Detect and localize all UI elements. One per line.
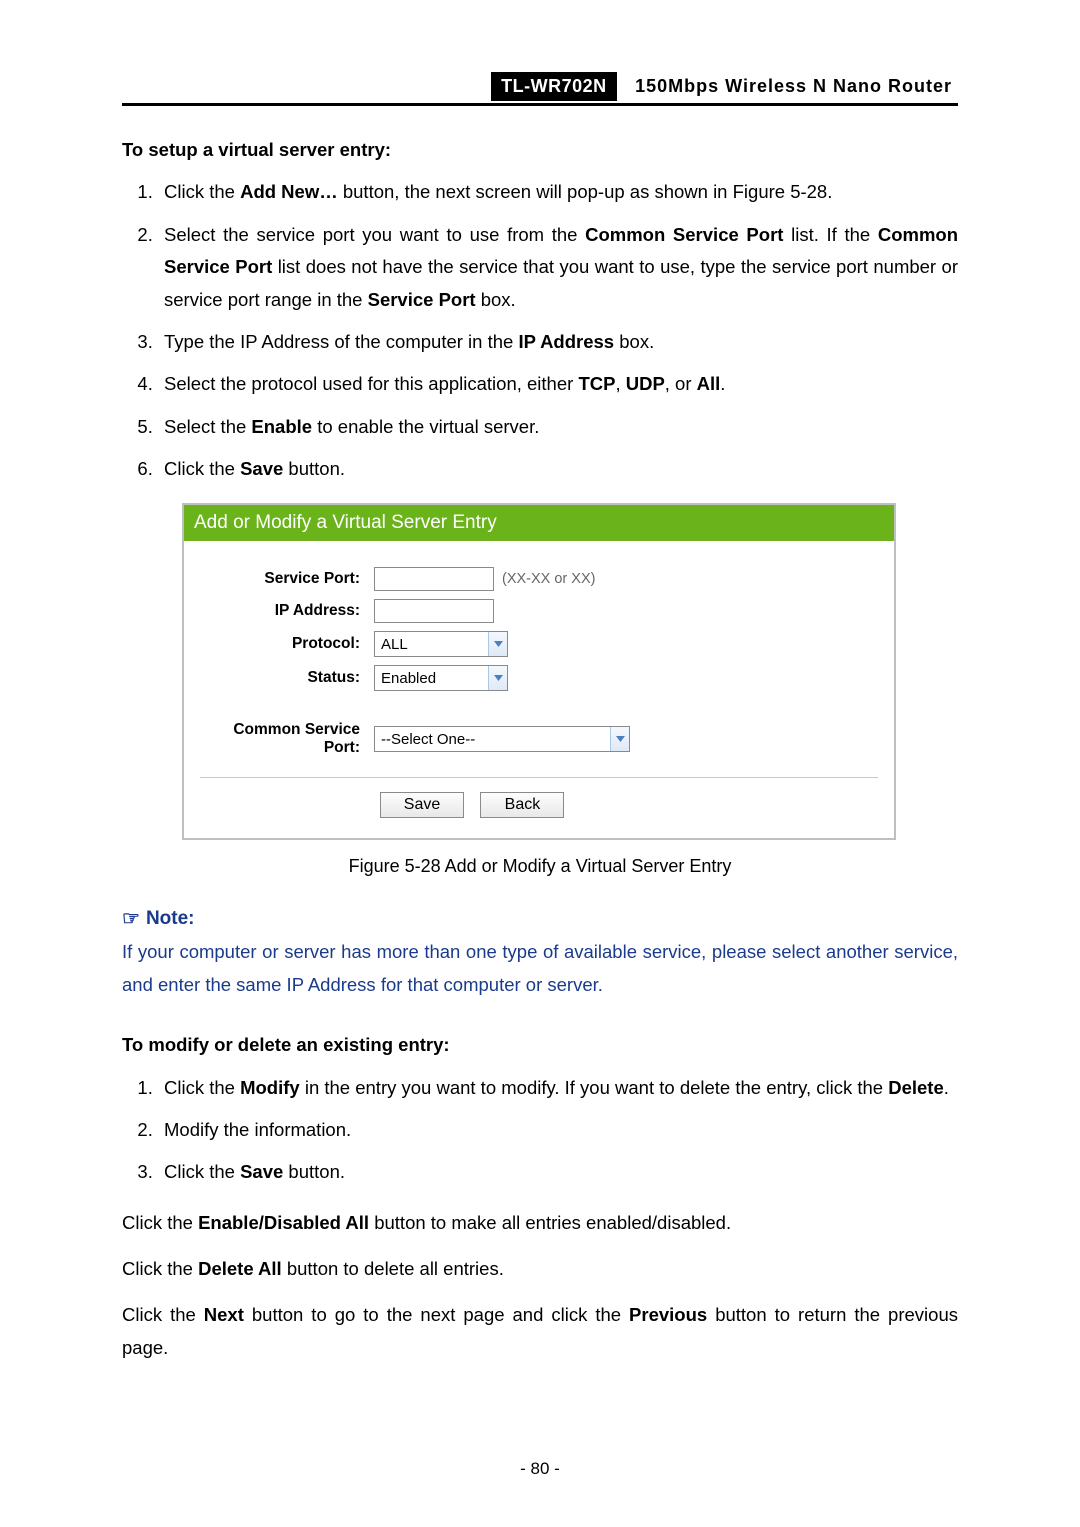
modify-step-2: Modify the information. bbox=[158, 1114, 958, 1146]
figure-title: Add or Modify a Virtual Server Entry bbox=[184, 505, 894, 541]
step-2: Select the service port you want to use … bbox=[158, 219, 958, 316]
section-title-modify: To modify or delete an existing entry: bbox=[122, 1029, 958, 1061]
save-button[interactable]: Save bbox=[380, 792, 464, 818]
para-enable-all: Click the Enable/Disabled All button to … bbox=[122, 1207, 958, 1239]
pointing-hand-icon: ☞ bbox=[122, 906, 140, 931]
select-status[interactable]: Enabled bbox=[374, 665, 508, 691]
chevron-down-icon bbox=[488, 666, 507, 690]
button-row: Save Back bbox=[200, 792, 878, 818]
separator bbox=[200, 777, 878, 778]
steps-setup: Click the Add New… button, the next scre… bbox=[122, 176, 958, 485]
chevron-down-icon bbox=[488, 632, 507, 656]
label-ip-address: IP Address: bbox=[200, 602, 374, 620]
select-protocol[interactable]: ALL bbox=[374, 631, 508, 657]
chevron-down-icon bbox=[610, 727, 629, 751]
row-service-port: Service Port: (XX-XX or XX) bbox=[200, 567, 878, 591]
row-common-service-port: Common Service Port: --Select One-- bbox=[200, 721, 878, 757]
step-6: Click the Save button. bbox=[158, 453, 958, 485]
row-status: Status: Enabled bbox=[200, 665, 878, 691]
page: TL-WR702N 150Mbps Wireless N Nano Router… bbox=[0, 0, 1080, 1527]
step-1: Click the Add New… button, the next scre… bbox=[158, 176, 958, 208]
row-ip-address: IP Address: bbox=[200, 599, 878, 623]
modify-step-3: Click the Save button. bbox=[158, 1156, 958, 1188]
label-protocol: Protocol: bbox=[200, 635, 374, 653]
step-3: Type the IP Address of the computer in t… bbox=[158, 326, 958, 358]
input-service-port[interactable] bbox=[374, 567, 494, 591]
note-heading: ☞Note: bbox=[122, 905, 958, 930]
para-next-previous: Click the Next button to go to the next … bbox=[122, 1299, 958, 1364]
label-status: Status: bbox=[200, 669, 374, 687]
figure-virtual-server: Add or Modify a Virtual Server Entry Ser… bbox=[182, 503, 896, 840]
label-service-port: Service Port: bbox=[200, 570, 374, 588]
para-delete-all: Click the Delete All button to delete al… bbox=[122, 1253, 958, 1285]
section-title-setup: To setup a virtual server entry: bbox=[122, 134, 958, 166]
model-description: 150Mbps Wireless N Nano Router bbox=[621, 72, 958, 101]
steps-modify: Click the Modify in the entry you want t… bbox=[122, 1072, 958, 1189]
hint-service-port: (XX-XX or XX) bbox=[502, 571, 595, 587]
row-protocol: Protocol: ALL bbox=[200, 631, 878, 657]
header-bar: TL-WR702N 150Mbps Wireless N Nano Router bbox=[122, 72, 958, 106]
step-4: Select the protocol used for this applic… bbox=[158, 368, 958, 400]
model-badge: TL-WR702N bbox=[491, 72, 617, 101]
label-common-service-port: Common Service Port: bbox=[200, 721, 374, 757]
page-number: - 80 - bbox=[0, 1459, 1080, 1479]
modify-step-1: Click the Modify in the entry you want t… bbox=[158, 1072, 958, 1104]
input-ip-address[interactable] bbox=[374, 599, 494, 623]
step-5: Select the Enable to enable the virtual … bbox=[158, 411, 958, 443]
select-common-service-port[interactable]: --Select One-- bbox=[374, 726, 630, 752]
note-body: If your computer or server has more than… bbox=[122, 936, 958, 1001]
figure-caption: Figure 5-28 Add or Modify a Virtual Serv… bbox=[122, 856, 958, 877]
back-button[interactable]: Back bbox=[480, 792, 564, 818]
